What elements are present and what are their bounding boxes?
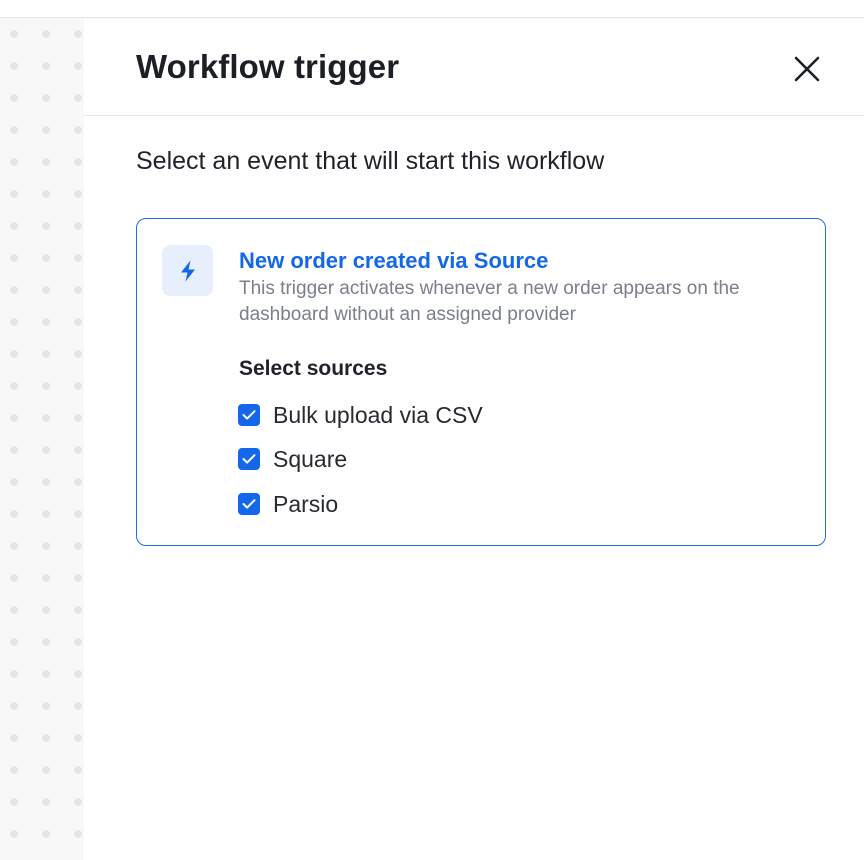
panel-title: Workflow trigger [136, 48, 400, 85]
trigger-description: This trigger activates whenever a new or… [239, 278, 740, 325]
source-option-bulk-upload[interactable]: Bulk upload via CSV [238, 401, 483, 429]
checkmark-icon [242, 410, 256, 420]
checkmark-icon [242, 454, 256, 464]
workflow-trigger-panel: Workflow trigger Select an event that wi… [84, 19, 864, 860]
close-button[interactable] [790, 52, 824, 86]
panel-header: Workflow trigger [84, 19, 864, 116]
source-label: Parsio [273, 491, 339, 517]
dotted-background: Workflow trigger Select an event that wi… [0, 0, 864, 860]
checkbox-checked[interactable] [238, 493, 260, 515]
close-icon [794, 56, 820, 82]
source-label: Square [273, 446, 348, 472]
checkbox-checked[interactable] [238, 404, 260, 426]
trigger-icon-box [162, 245, 213, 296]
source-label: Bulk upload via CSV [273, 402, 483, 428]
trigger-title: New order created via Source [239, 248, 549, 273]
sources-heading: Select sources [239, 357, 388, 380]
source-option-square[interactable]: Square [238, 445, 347, 473]
trigger-option-card[interactable]: New order created via Source This trigge… [136, 218, 826, 546]
lightning-bolt-icon [181, 260, 195, 282]
source-option-parsio[interactable]: Parsio [238, 490, 338, 518]
checkbox-checked[interactable] [238, 448, 260, 470]
checkmark-icon [242, 499, 256, 509]
top-bar-edge [0, 0, 864, 18]
panel-subtitle: Select an event that will start this wor… [136, 147, 605, 175]
